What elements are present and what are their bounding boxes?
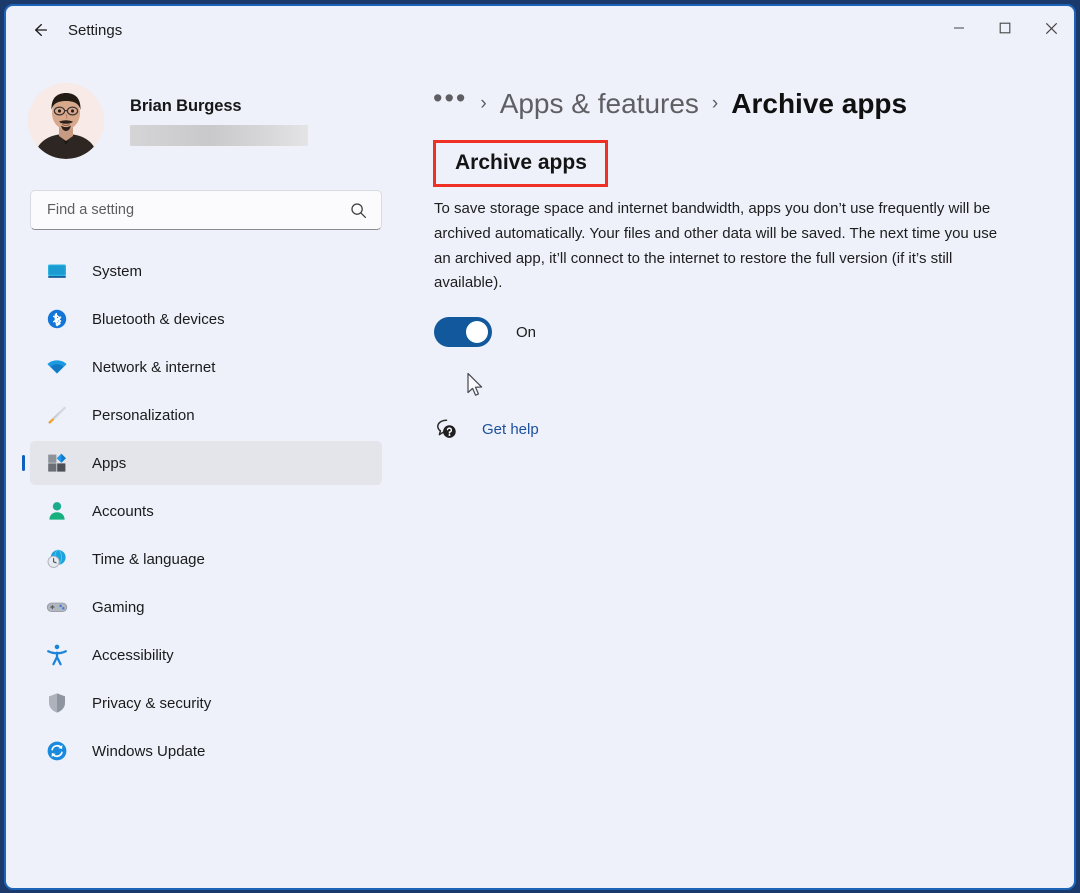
arrow-cursor <box>466 372 486 400</box>
update-refresh-icon <box>44 738 70 764</box>
sidebar-item-label: Privacy & security <box>92 695 211 712</box>
get-help-link[interactable]: Get help <box>434 417 539 442</box>
sidebar-item-label: System <box>92 263 142 280</box>
help-question-bubble-icon <box>434 417 459 442</box>
breadcrumb-overflow-icon[interactable]: ••• <box>433 93 467 115</box>
toggle-state-label: On <box>516 324 536 341</box>
chevron-right-icon: › <box>712 93 718 115</box>
app-title: Settings <box>68 22 122 39</box>
sidebar-item-apps[interactable]: Apps <box>30 441 382 485</box>
minimize-icon <box>953 22 965 34</box>
search-box[interactable] <box>30 190 382 230</box>
page-description: To save storage space and internet bandw… <box>434 197 1008 296</box>
search-icon[interactable] <box>350 202 367 219</box>
clock-globe-icon <box>44 546 70 572</box>
close-icon <box>1045 22 1058 35</box>
page-title-container: Archive apps <box>433 140 608 187</box>
chevron-right-icon: › <box>480 93 486 115</box>
sidebar-item-label: Windows Update <box>92 743 205 760</box>
settings-window: Settings <box>4 4 1076 890</box>
page-title: Archive apps <box>433 140 608 187</box>
get-help-label: Get help <box>482 421 539 438</box>
bluetooth-icon <box>44 306 70 332</box>
breadcrumb: ••• › Apps & features › Archive apps <box>433 82 1074 126</box>
sidebar-item-label: Time & language <box>92 551 205 568</box>
sidebar-item-accounts[interactable]: Accounts <box>30 489 382 533</box>
minimize-button[interactable] <box>936 6 982 50</box>
sidebar: Brian Burgess System <box>6 54 404 888</box>
sidebar-item-label: Apps <box>92 455 126 472</box>
shield-icon <box>44 690 70 716</box>
profile-section[interactable]: Brian Burgess <box>28 83 404 159</box>
accessibility-icon <box>44 642 70 668</box>
paintbrush-icon <box>44 402 70 428</box>
profile-email-redacted <box>130 125 308 146</box>
person-icon <box>44 498 70 524</box>
close-button[interactable] <box>1028 6 1074 50</box>
maximize-button[interactable] <box>982 6 1028 50</box>
sidebar-item-network-internet[interactable]: Network & internet <box>30 345 382 389</box>
wifi-icon <box>44 354 70 380</box>
sidebar-item-label: Bluetooth & devices <box>92 311 225 328</box>
toggle-knob <box>466 321 488 343</box>
sidebar-item-time-language[interactable]: Time & language <box>30 537 382 581</box>
archive-apps-toggle-row: On <box>434 317 1074 347</box>
sidebar-item-personalization[interactable]: Personalization <box>30 393 382 437</box>
user-avatar-photo <box>28 83 104 159</box>
monitor-icon <box>44 258 70 284</box>
profile-name: Brian Burgess <box>130 97 308 116</box>
search-input[interactable] <box>47 202 350 218</box>
sidebar-item-system[interactable]: System <box>30 249 382 293</box>
avatar[interactable] <box>28 83 104 159</box>
sidebar-item-label: Personalization <box>92 407 195 424</box>
breadcrumb-item-apps-features[interactable]: Apps & features <box>500 88 699 120</box>
window-controls <box>936 6 1074 54</box>
sidebar-item-label: Accessibility <box>92 647 174 664</box>
title-bar: Settings <box>6 6 1074 54</box>
sidebar-item-gaming[interactable]: Gaming <box>30 585 382 629</box>
sidebar-item-label: Gaming <box>92 599 145 616</box>
main-content: ••• › Apps & features › Archive apps Arc… <box>404 54 1074 888</box>
sidebar-item-privacy-security[interactable]: Privacy & security <box>30 681 382 725</box>
sidebar-item-windows-update[interactable]: Windows Update <box>30 729 382 773</box>
sidebar-item-label: Network & internet <box>92 359 215 376</box>
breadcrumb-item-current: Archive apps <box>731 88 907 120</box>
sidebar-nav: System Bluetooth & devices <box>6 249 404 773</box>
arrow-left-icon <box>30 20 50 40</box>
sidebar-item-accessibility[interactable]: Accessibility <box>30 633 382 677</box>
archive-apps-toggle[interactable] <box>434 317 492 347</box>
back-button[interactable] <box>20 13 60 47</box>
maximize-icon <box>999 22 1011 34</box>
apps-icon <box>44 450 70 476</box>
gamepad-icon <box>44 594 70 620</box>
sidebar-item-label: Accounts <box>92 503 154 520</box>
sidebar-item-bluetooth-devices[interactable]: Bluetooth & devices <box>30 297 382 341</box>
profile-text: Brian Burgess <box>130 97 308 146</box>
